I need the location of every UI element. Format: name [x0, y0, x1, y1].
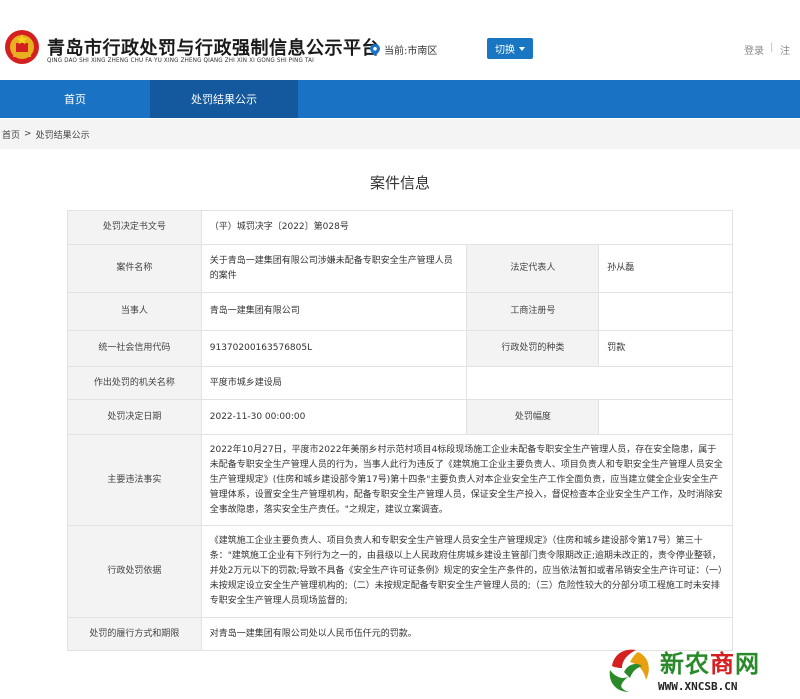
decision-date-label: 处罚决定日期: [67, 399, 202, 435]
doc-no-label: 处罚决定书文号: [67, 210, 202, 245]
doc-no-value: （平）城罚决字〔2022〕第028号: [200, 210, 734, 245]
legal-rep-label: 法定代表人: [466, 244, 600, 293]
table-row: 主要违法事实 2022年10月27日，平度市2022年美丽乡村示范村项目4标段现…: [67, 434, 734, 526]
table-row: 处罚决定书文号 （平）城罚决字〔2022〕第028号: [67, 210, 734, 245]
main-nav: 首页 处罚结果公示: [0, 80, 800, 118]
header: 青岛市行政处罚与行政强制信息公示平台 QING DAO SHI XING ZHE…: [0, 0, 800, 80]
watermark-shang: 商: [710, 649, 735, 678]
table-row: 处罚决定日期 2022-11-30 00:00:00 处罚幅度: [67, 399, 733, 435]
credit-code-label: 统一社会信用代码: [67, 330, 202, 367]
watermark-text: 新农商网: [660, 644, 760, 679]
breadcrumb-separator: >: [24, 129, 32, 139]
basis-label: 行政处罚依据: [67, 525, 202, 618]
penalty-range-value: [598, 399, 733, 435]
watermark-wang: 网: [735, 649, 760, 678]
table-row: 当事人 青岛一建集团有限公司 工商注册号: [67, 292, 733, 331]
table-row: 统一社会信用代码 91370200163576805L 行政处罚的种类 罚款: [67, 330, 733, 367]
location-pin-icon: [370, 43, 380, 56]
authority-value: 平度市城乡建设局: [200, 366, 468, 400]
penalty-type-label: 行政处罚的种类: [466, 330, 600, 367]
legal-rep-value: 孙从磊: [598, 244, 733, 293]
party-label: 当事人: [67, 292, 202, 331]
nav-penalty-results[interactable]: 处罚结果公示: [150, 80, 298, 118]
empty-cell: [466, 366, 733, 400]
switch-region-button[interactable]: 切换: [487, 38, 533, 59]
biz-reg-label: 工商注册号: [466, 292, 600, 331]
nav-home[interactable]: 首页: [0, 80, 150, 118]
facts-label: 主要违法事实: [67, 434, 202, 526]
table-row: 行政处罚依据 《建筑施工企业主要负责人、项目负责人和专职安全生产管理人员安全生产…: [67, 525, 734, 618]
watermark-xin: 新农: [660, 649, 710, 678]
basis-value: 《建筑施工企业主要负责人、项目负责人和专职安全生产管理人员安全生产管理规定》（住…: [200, 525, 734, 618]
penalty-range-label: 处罚幅度: [466, 399, 600, 435]
table-row: 作出处罚的机关名称 平度市城乡建设局: [67, 366, 733, 400]
performance-label: 处罚的履行方式和期限: [67, 617, 202, 651]
register-link[interactable]: 注: [780, 42, 790, 57]
current-location: 当前:市南区: [370, 42, 437, 57]
caret-down-icon: [519, 46, 525, 51]
page-title: 案件信息: [369, 174, 430, 192]
penalty-type-value: 罚款: [598, 330, 733, 367]
breadcrumb-current[interactable]: 处罚结果公示: [36, 128, 90, 141]
login-link[interactable]: 登录: [744, 42, 764, 57]
xinnong-logo-icon: [609, 649, 649, 692]
facts-value: 2022年10月27日，平度市2022年美丽乡村示范村项目4标段现场施工企业未配…: [200, 434, 734, 526]
switch-label: 切换: [495, 45, 515, 56]
case-name-label: 案件名称: [67, 244, 202, 293]
site-pinyin: QING DAO SHI XING ZHENG CHU FA YU XING Z…: [47, 57, 314, 64]
watermark: 新农商网 WWW.XNCSB.CN: [588, 640, 788, 698]
credit-code-value: 91370200163576805L: [200, 330, 468, 367]
biz-reg-value: [598, 292, 733, 331]
location-label: 当前:市南区: [384, 46, 438, 57]
breadcrumb-home[interactable]: 首页: [2, 128, 20, 141]
watermark-url: WWW.XNCSB.CN: [658, 680, 738, 693]
national-emblem-icon: [5, 30, 39, 64]
party-value: 青岛一建集团有限公司: [200, 292, 468, 331]
decision-date-value: 2022-11-30 00:00:00: [200, 399, 468, 435]
case-name-value: 关于青岛一建集团有限公司涉嫌未配备专职安全生产管理人员的案件: [200, 244, 468, 293]
case-info-table: 处罚决定书文号 （平）城罚决字〔2022〕第028号 案件名称 关于青岛一建集团…: [67, 210, 734, 651]
header-separator: |: [770, 42, 774, 53]
breadcrumb: 首页 > 处罚结果公示: [0, 119, 800, 149]
authority-label: 作出处罚的机关名称: [67, 366, 202, 400]
table-row: 案件名称 关于青岛一建集团有限公司涉嫌未配备专职安全生产管理人员的案件 法定代表…: [67, 244, 733, 293]
